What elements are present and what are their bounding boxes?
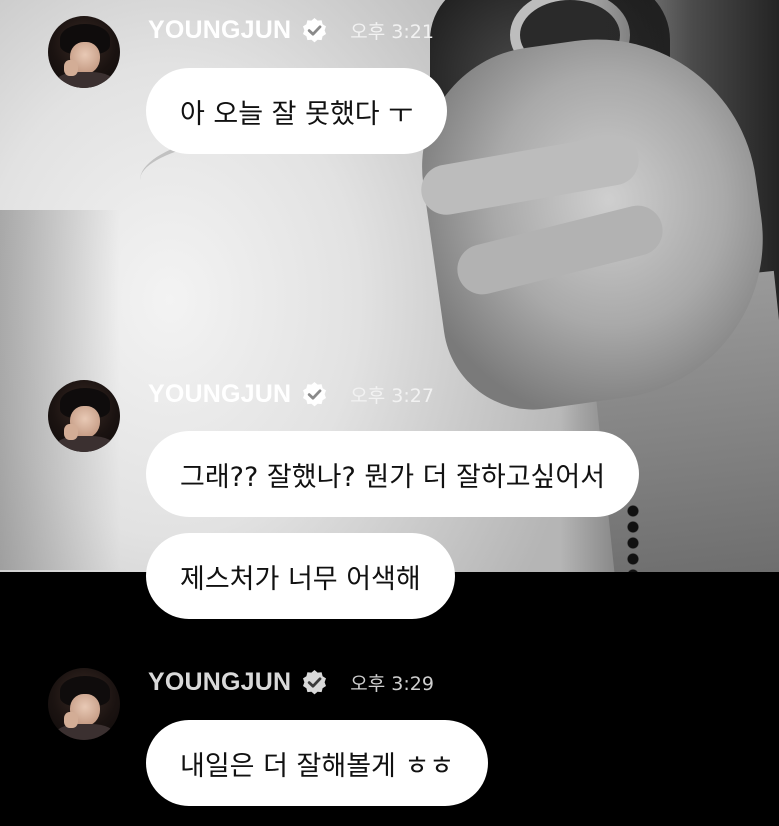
avatar-hand <box>64 424 78 440</box>
avatar[interactable] <box>48 668 120 740</box>
avatar-shirt <box>54 72 116 88</box>
sender-name: YOUNGJUN <box>148 668 292 696</box>
verified-icon <box>301 669 328 696</box>
sender-row: YOUNGJUN 오후 3:21 <box>148 16 434 45</box>
bracelet <box>626 505 640 572</box>
verified-icon <box>301 381 328 408</box>
sender-name: YOUNGJUN <box>148 16 292 44</box>
avatar[interactable] <box>48 16 120 88</box>
message-bubble[interactable]: 그래?? 잘했나? 뭔가 더 잘하고싶어서 <box>146 431 640 517</box>
message-time: 오후 3:21 <box>350 21 434 43</box>
avatar-hand <box>64 712 78 728</box>
avatar-shirt <box>54 436 116 452</box>
message-bubble[interactable]: 아 오늘 잘 못했다 ㅜ <box>146 68 448 154</box>
sender-row: YOUNGJUN 오후 3:27 <box>148 380 434 409</box>
message-bubble[interactable]: 제스처가 너무 어색해 <box>146 533 455 619</box>
message-bubble[interactable]: 내일은 더 잘해볼게 ㅎㅎ <box>146 720 489 806</box>
avatar-shirt <box>54 724 116 740</box>
sender-name: YOUNGJUN <box>148 380 292 408</box>
sender-row: YOUNGJUN 오후 3:29 <box>148 668 434 697</box>
message-time: 오후 3:29 <box>350 673 434 695</box>
message-time: 오후 3:27 <box>350 385 434 407</box>
verified-icon <box>301 17 328 44</box>
avatar-hand <box>64 60 78 76</box>
avatar[interactable] <box>48 380 120 452</box>
